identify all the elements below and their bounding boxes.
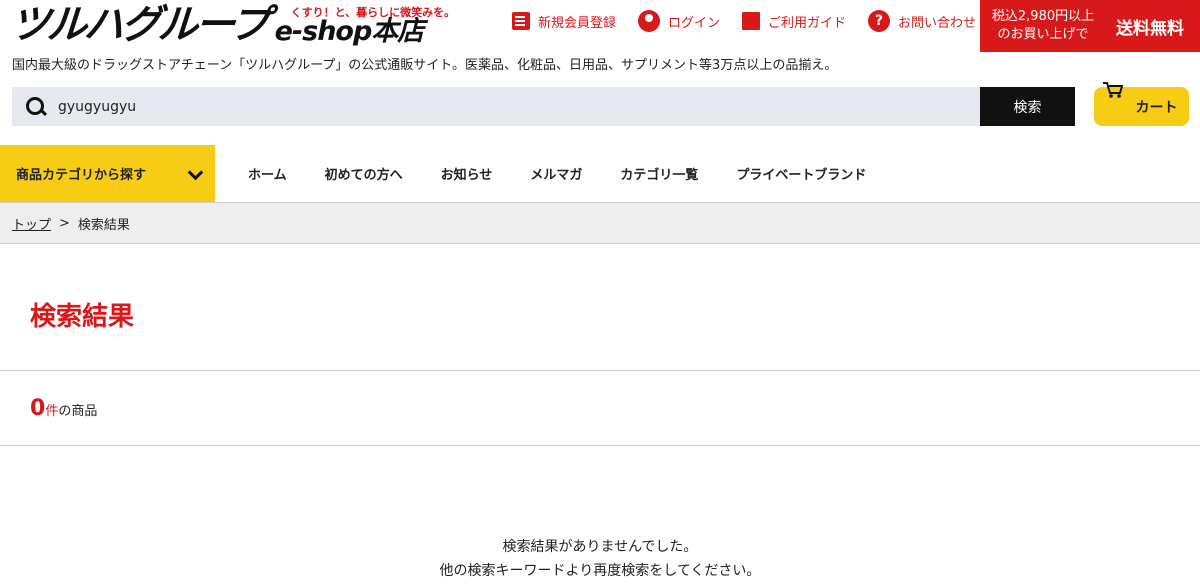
menu-item-newsletter[interactable]: メルマガ	[530, 164, 582, 183]
search-input[interactable]	[58, 87, 958, 126]
login-link[interactable]: ログイン	[638, 10, 720, 32]
logo-side: くすり！と、暮らしに微笑みを。 e-shop本店	[274, 2, 456, 48]
menu-item-beginners[interactable]: 初めての方へ	[325, 164, 403, 183]
header-nav: 新規会員登録 ログイン ご利用ガイド ? お問い合わせ	[512, 10, 998, 32]
search-row: 検索 カート	[12, 82, 1200, 126]
register-icon	[512, 12, 530, 30]
page-title: 検索結果	[30, 302, 135, 332]
result-count-number: 0	[30, 396, 46, 421]
login-label: ログイン	[668, 15, 721, 31]
divider	[0, 445, 1200, 446]
no-result-message: 検索結果がありませんでした。 他の検索キーワードより再度検索をしてください。	[0, 535, 1200, 583]
free-shipping-banner: 税込2,980円以上 のお買い上げで 送料無料	[980, 0, 1200, 52]
site-header: ツルハグループ くすり！と、暮らしに微笑みを。 e-shop本店 新規会員登録 …	[0, 0, 1200, 52]
menu-item-home[interactable]: ホーム	[248, 164, 287, 183]
logo-eshop: e-shop本店	[274, 16, 425, 47]
register-label: 新規会員登録	[538, 15, 617, 31]
free-shipping-condition: 税込2,980円以上 のお買い上げで	[980, 8, 1106, 44]
site-logo[interactable]: ツルハグループ くすり！と、暮らしに微笑みを。 e-shop本店	[8, 2, 456, 48]
free-shipping-condition-line1: 税込2,980円以上	[991, 9, 1095, 24]
site-tagline: 国内最大級のドラッグストアチェーン「ツルハグループ」の公式通販サイト。医薬品、化…	[12, 58, 838, 73]
menu-item-category-list[interactable]: カテゴリ一覧	[620, 164, 698, 183]
main-menu: 商品カテゴリから探す ホーム 初めての方へ お知らせ メルマガ カテゴリ一覧 プ…	[0, 145, 1200, 203]
register-link[interactable]: 新規会員登録	[512, 12, 616, 31]
breadcrumb-current: 検索結果	[77, 217, 130, 233]
no-result-line2: 他の検索キーワードより再度検索をしてください。	[439, 563, 761, 579]
guide-link[interactable]: ご利用ガイド	[742, 12, 846, 31]
search-icon	[26, 97, 44, 115]
search-button[interactable]: 検索	[980, 87, 1075, 126]
login-icon	[638, 10, 661, 32]
cart-icon	[1103, 82, 1124, 98]
breadcrumb: トップ > 検索結果	[0, 203, 1200, 244]
help-icon: ?	[868, 10, 891, 32]
chevron-down-icon	[187, 164, 204, 181]
result-count: 0 件 の商品	[30, 396, 97, 421]
divider	[0, 370, 1200, 371]
guide-icon	[742, 12, 761, 30]
no-result-line1: 検索結果がありませんでした。	[502, 539, 698, 555]
result-count-unit: 件	[45, 404, 59, 419]
menu-items: ホーム 初めての方へ お知らせ メルマガ カテゴリ一覧 プライベートブランド	[248, 145, 904, 202]
contact-label: お問い合わせ	[898, 15, 977, 31]
search-box	[12, 87, 980, 126]
cart-label: カート	[1135, 99, 1178, 116]
contact-link[interactable]: ? お問い合わせ	[868, 10, 976, 32]
menu-item-news[interactable]: お知らせ	[441, 164, 493, 183]
category-button-label: 商品カテゴリから探す	[16, 168, 147, 183]
free-shipping-label: 送料無料	[1116, 18, 1184, 39]
cart-button[interactable]: カート	[1094, 82, 1189, 126]
category-dropdown-button[interactable]: 商品カテゴリから探す	[0, 145, 215, 202]
guide-label: ご利用ガイド	[768, 15, 847, 31]
breadcrumb-top-link[interactable]: トップ	[12, 214, 51, 233]
logo-text: ツルハグループ	[8, 2, 269, 48]
result-count-suffix: の商品	[58, 404, 98, 419]
menu-item-private-brand[interactable]: プライベートブランド	[736, 164, 866, 183]
free-shipping-condition-line2: のお買い上げで	[997, 27, 1089, 42]
breadcrumb-separator: >	[59, 215, 70, 231]
